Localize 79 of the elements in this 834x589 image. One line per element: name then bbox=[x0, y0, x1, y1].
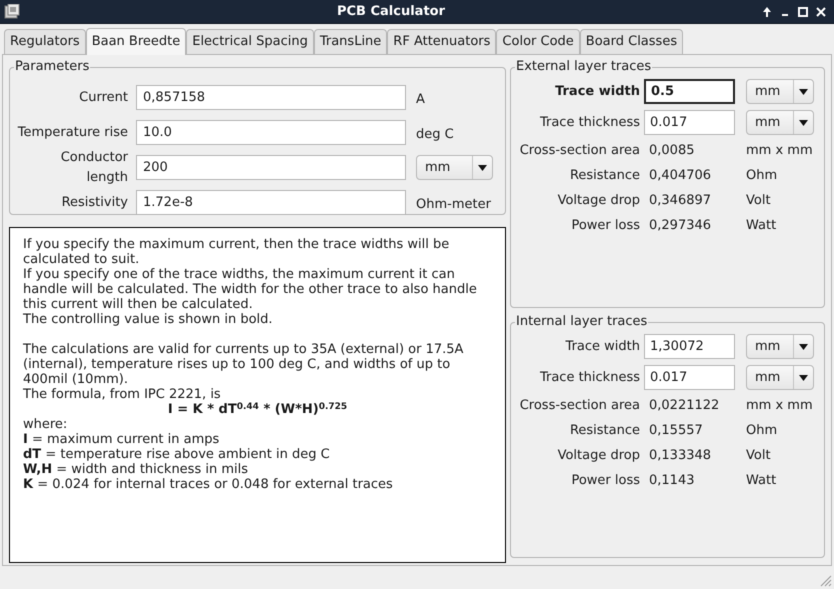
tab[interactable]: RF Attenuators bbox=[387, 29, 496, 54]
value-text: 0,15557 bbox=[648, 422, 704, 440]
field-label: Cross-section area bbox=[518, 396, 641, 415]
field-label: Power loss bbox=[570, 472, 641, 490]
value-field[interactable]: 0.5 bbox=[644, 79, 735, 104]
help-text: I = maximum current in amps bbox=[23, 432, 220, 447]
unit-label: mm x mm bbox=[746, 396, 813, 415]
value-field[interactable]: 1,30072 bbox=[644, 334, 735, 359]
tab[interactable]: Electrical Spacing bbox=[186, 29, 314, 54]
field-label: Power loss bbox=[570, 216, 641, 235]
tab[interactable]: Regulators bbox=[4, 29, 86, 54]
value-field[interactable]: 0.017 bbox=[644, 110, 735, 135]
value-text: 0,0085 bbox=[648, 142, 696, 160]
unit-label: Volt bbox=[746, 446, 771, 465]
value-field[interactable]: 0,857158 bbox=[136, 85, 406, 110]
unit-label: A bbox=[416, 92, 425, 106]
field-label: Trace width bbox=[564, 338, 641, 356]
value-text: 0,346897 bbox=[648, 192, 712, 210]
unit-label: deg C bbox=[416, 126, 454, 142]
help-text: The calculations are valid for currents up to 35A (external) or 17.5A (internal), temperature rises up to 100 deg C, and widths of up to 400mil (10mm). bbox=[23, 342, 464, 387]
value-text: 0,297346 bbox=[648, 216, 712, 235]
unit-dropdown[interactable]: mm bbox=[746, 79, 814, 104]
caret-icon bbox=[799, 88, 808, 94]
field-label: Temperature rise bbox=[16, 124, 129, 142]
unit-label: Watt bbox=[746, 216, 776, 235]
maximize-icon[interactable] bbox=[798, 6, 808, 16]
field-label: Cross-section area bbox=[518, 142, 641, 160]
tab[interactable]: Baan Breedte bbox=[86, 28, 186, 55]
caret-icon bbox=[799, 120, 808, 126]
value-text: 0,0221122 bbox=[648, 396, 720, 415]
help-text: The controlling value is shown in bold. bbox=[23, 312, 274, 327]
value-field[interactable]: 0.017 bbox=[644, 365, 735, 390]
window-title: PCB Calculator bbox=[336, 2, 446, 21]
field-label: Trace thickness bbox=[538, 114, 641, 132]
tab[interactable]: TransLine bbox=[314, 29, 388, 54]
field-label: Resistance bbox=[568, 422, 641, 440]
unit-label: Watt bbox=[746, 472, 776, 490]
field-label: Trace width bbox=[554, 82, 641, 101]
value-text: 0,404706 bbox=[648, 166, 712, 185]
value-field[interactable]: 1.72e-8 bbox=[136, 190, 406, 215]
help-text: W,H = width and thickness in mils bbox=[23, 462, 250, 477]
field-label: Conductor length bbox=[60, 149, 129, 186]
help-text: If you specify one of the trace widths, the maximum current it can handle will be calculated. The width for the other trace to also handle this current will then be calculated. bbox=[23, 267, 478, 312]
help-text: where: bbox=[23, 417, 68, 432]
formula: I = K * dT$^{0.44}$ * (W*H)$^{0.725}$ bbox=[166, 402, 348, 417]
group-title: External layer traces bbox=[515, 59, 652, 75]
field-label: Resistivity bbox=[60, 194, 129, 212]
unit-label: Volt bbox=[746, 192, 771, 210]
help-text: The formula, from IPC 2221, is bbox=[23, 387, 222, 402]
value-text: 0,133348 bbox=[648, 446, 712, 465]
group-title: Internal layer traces bbox=[515, 314, 648, 330]
caret-icon bbox=[799, 374, 808, 380]
caret-icon bbox=[799, 344, 808, 350]
value-field[interactable]: 200 bbox=[136, 155, 406, 180]
unit-dropdown[interactable]: mm bbox=[746, 365, 814, 390]
tab[interactable]: Board Classes bbox=[580, 29, 684, 54]
unit-label: Ohm bbox=[746, 422, 778, 440]
field-label: Voltage drop bbox=[556, 446, 641, 465]
field-label: Trace thickness bbox=[538, 368, 641, 387]
help-text: dT = temperature rise above ambient in deg C bbox=[23, 447, 331, 462]
help-text: If you specify the maximum current, then the trace widths will be calculated to suit. bbox=[23, 237, 450, 267]
resize-grip-icon[interactable] bbox=[818, 573, 832, 587]
app-icon bbox=[4, 4, 20, 20]
tab[interactable]: Color Code bbox=[496, 29, 580, 54]
caret-icon bbox=[478, 164, 487, 170]
field-label: Voltage drop bbox=[556, 192, 641, 210]
unit-dropdown[interactable]: mm bbox=[746, 110, 814, 135]
unit-label: Ohm-meter bbox=[416, 196, 491, 212]
value-field[interactable]: 10.0 bbox=[136, 120, 406, 145]
value-text: 0,1143 bbox=[648, 472, 696, 490]
field-label: Resistance bbox=[568, 166, 641, 185]
help-text: K = 0.024 for internal traces or 0.048 for external traces bbox=[23, 477, 394, 492]
unit-label: mm x mm bbox=[746, 142, 813, 160]
unit-label: Ohm bbox=[746, 166, 778, 185]
pin-icon[interactable] bbox=[762, 6, 772, 16]
field-label: Current bbox=[78, 88, 129, 107]
unit-dropdown[interactable]: mm bbox=[416, 155, 493, 180]
unit-dropdown[interactable]: mm bbox=[746, 334, 814, 359]
close-icon[interactable] bbox=[816, 6, 826, 16]
